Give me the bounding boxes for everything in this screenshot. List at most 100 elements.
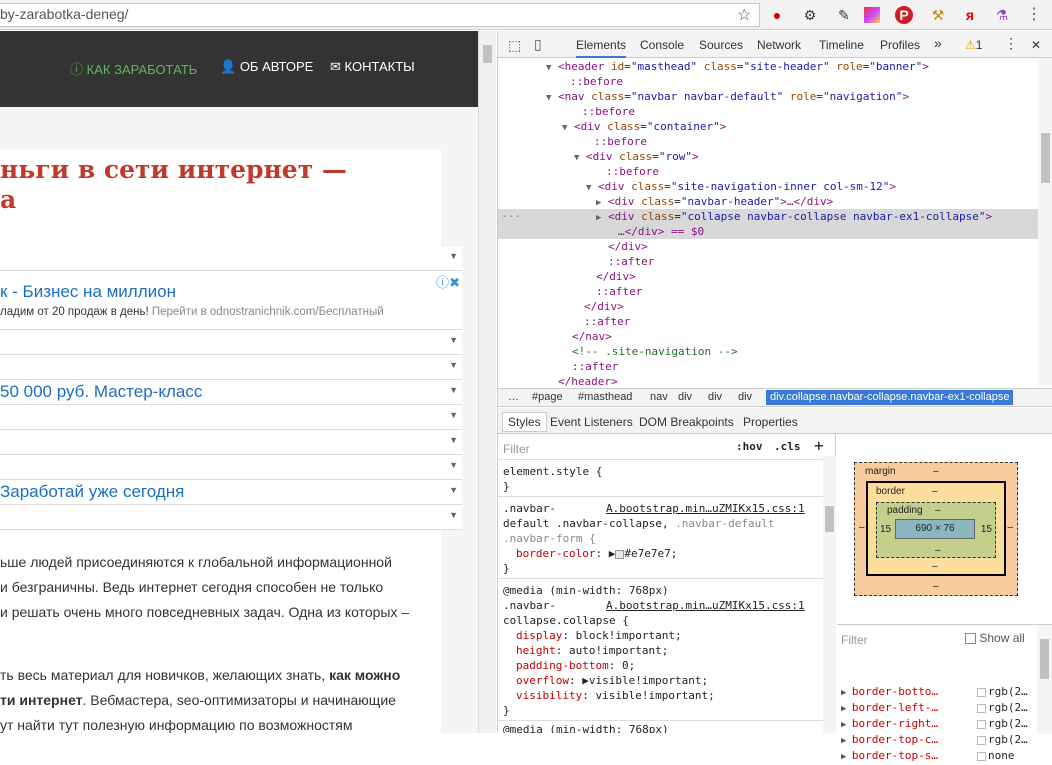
- tab-sources[interactable]: Sources: [699, 38, 743, 52]
- rule-source-link[interactable]: A.bootstrap.min…uZMIKx15.css:1: [606, 598, 805, 613]
- inspect-icon[interactable]: ⬚: [508, 37, 521, 54]
- tab-elements[interactable]: Elements: [576, 38, 627, 58]
- dom-node[interactable]: ::before: [498, 74, 1038, 89]
- dom-node[interactable]: </div>: [498, 269, 1038, 284]
- adchoices-icon[interactable]: ⓘ✖: [436, 272, 460, 291]
- dom-node[interactable]: ::after: [498, 284, 1038, 299]
- dom-node[interactable]: </header>: [498, 374, 1038, 386]
- dom-node[interactable]: ▼ <div class="row">: [498, 149, 1038, 164]
- breadcrumb-item[interactable]: div: [738, 391, 752, 403]
- ad-row[interactable]: ▼: [0, 331, 462, 355]
- breadcrumb-item[interactable]: nav: [650, 391, 668, 403]
- ad-row[interactable]: Заработай уже сегодня ▼: [0, 481, 462, 505]
- breadcrumb-item[interactable]: #page: [532, 391, 563, 403]
- potion-icon[interactable]: ⚗: [992, 5, 1012, 25]
- breadcrumb-item[interactable]: div.collapse.navbar-collapse.navbar-ex1-…: [766, 390, 1014, 405]
- rule-selector[interactable]: default .navbar-collapse, .navbar-defaul…: [503, 516, 775, 531]
- star-icon[interactable]: ☆: [737, 5, 751, 25]
- rule-selector[interactable]: .navbar-: [503, 598, 556, 613]
- rule-source-link[interactable]: A.bootstrap.min…uZMIKx15.css:1: [606, 501, 805, 516]
- page-scrollbar[interactable]: [478, 31, 496, 733]
- scrollbar-thumb[interactable]: [483, 45, 492, 63]
- eyedropper-icon[interactable]: ✎: [834, 5, 854, 25]
- css-declaration[interactable]: height: auto!important;: [516, 643, 668, 658]
- computed-property[interactable]: ▶ border-top-s… none: [841, 749, 1037, 765]
- warning-counter[interactable]: ⚠1: [965, 38, 982, 52]
- styles-filter-input[interactable]: Filter: [503, 442, 530, 456]
- more-tabs-icon[interactable]: »: [934, 35, 942, 51]
- rule-selector[interactable]: .navbar-: [503, 501, 556, 516]
- menu-dots-icon[interactable]: ⋮: [1024, 5, 1044, 25]
- box-padding[interactable]: padding – 15 15 – 690 × 76: [876, 502, 996, 558]
- dom-node[interactable]: ::before: [498, 104, 1038, 119]
- scrollbar-thumb[interactable]: [1040, 639, 1049, 679]
- rule-element-style[interactable]: element.style {: [503, 464, 602, 479]
- tab-console[interactable]: Console: [640, 38, 684, 52]
- breadcrumb-item[interactable]: div: [708, 391, 722, 403]
- scrollbar-thumb[interactable]: [825, 506, 834, 532]
- computed-scrollbar[interactable]: [1037, 625, 1052, 734]
- tab-styles[interactable]: Styles: [502, 412, 547, 432]
- rule-selector[interactable]: collapse.collapse {: [503, 613, 629, 628]
- elements-scrollbar[interactable]: [1038, 58, 1052, 386]
- dom-node[interactable]: ▶ <div class="collapse navbar-collapse na…: [498, 209, 1038, 224]
- red-badge-icon[interactable]: ●: [767, 5, 787, 25]
- ad-row[interactable]: ▼: [0, 431, 462, 455]
- dom-node[interactable]: ::before: [498, 134, 1038, 149]
- device-mode-icon[interactable]: ▯: [534, 36, 542, 53]
- ad-title[interactable]: к - Бизнес на миллион: [0, 282, 176, 302]
- css-declaration[interactable]: display: block!important;: [516, 628, 682, 643]
- tab-profiles[interactable]: Profiles: [880, 38, 920, 52]
- tab-event-listeners[interactable]: Event Listeners: [550, 415, 633, 429]
- nav-link-contacts[interactable]: ✉ КОНТАКТЫ: [330, 59, 415, 75]
- color-swatch[interactable]: [615, 549, 625, 559]
- box-content[interactable]: 690 × 76: [895, 519, 975, 539]
- nav-link-about[interactable]: 👤 ОБ АВТОРЕ: [220, 59, 313, 75]
- yandex-icon[interactable]: я: [960, 5, 980, 25]
- computed-property[interactable]: ▶ border-botto… rgb(2…: [841, 685, 1037, 701]
- hov-toggle[interactable]: :hov: [736, 440, 763, 453]
- dom-node[interactable]: ▼ <div class="container">: [498, 119, 1038, 134]
- address-bar[interactable]: by-zarabotka-deneg/: [0, 3, 760, 27]
- tab-dom-breakpoints[interactable]: DOM Breakpoints: [639, 415, 734, 429]
- ad-row[interactable]: ▼: [0, 506, 462, 530]
- ad-row[interactable]: ▼: [0, 356, 462, 380]
- ad-row[interactable]: 50 000 руб. Мастер-класс ▼: [0, 381, 462, 405]
- box-margin[interactable]: margin – – – – border – – padding – 15 1…: [854, 462, 1018, 596]
- close-icon[interactable]: ✕: [1031, 38, 1041, 52]
- hammer-icon[interactable]: ⚒: [928, 5, 948, 25]
- breadcrumb-item[interactable]: div: [678, 391, 692, 403]
- css-declaration[interactable]: overflow: ▶visible!important;: [516, 673, 708, 688]
- ad-main[interactable]: к - Бизнес на миллион ладим от 20 продаж…: [0, 272, 462, 330]
- ad-row[interactable]: ▼: [0, 247, 462, 271]
- tab-properties[interactable]: Properties: [743, 415, 798, 429]
- breadcrumb-item[interactable]: #masthead: [578, 391, 632, 403]
- dom-node[interactable]: </div>: [498, 239, 1038, 254]
- nav-link-how-to-earn[interactable]: ⓘ КАК ЗАРАБОТАТЬ: [70, 59, 197, 78]
- tab-timeline[interactable]: Timeline: [819, 38, 864, 52]
- rule-selector[interactable]: .navbar-form {: [503, 531, 596, 546]
- show-all-checkbox[interactable]: Show all: [965, 631, 1025, 645]
- ad-row[interactable]: ▼: [0, 406, 462, 430]
- computed-property[interactable]: ▶ border-right… rgb(2…: [841, 717, 1037, 733]
- breadcrumb-item[interactable]: …: [508, 391, 519, 403]
- box-border[interactable]: border – – padding – 15 15 – 690 × 76: [866, 481, 1006, 576]
- dom-node[interactable]: ▼ <nav class="navbar navbar-default" role…: [498, 89, 1038, 104]
- kebab-menu-icon[interactable]: ⋮: [1004, 35, 1018, 52]
- pinterest-icon[interactable]: P: [895, 6, 913, 24]
- gear-icon[interactable]: ⚙: [800, 5, 820, 25]
- styles-scrollbar[interactable]: [823, 456, 836, 733]
- tab-network[interactable]: Network: [757, 38, 801, 52]
- scrollbar-thumb[interactable]: [1041, 133, 1050, 183]
- css-declaration[interactable]: visibility: visible!important;: [516, 688, 715, 703]
- dom-node[interactable]: …</div> == $0: [498, 224, 1038, 239]
- add-rule-button[interactable]: +: [814, 436, 824, 455]
- dom-node[interactable]: </nav>: [498, 329, 1038, 344]
- dom-node[interactable]: </div>: [498, 299, 1038, 314]
- gradient-icon[interactable]: [864, 7, 880, 23]
- computed-property[interactable]: ▶ border-top-c… rgb(2…: [841, 733, 1037, 749]
- css-declaration[interactable]: border-color: ▶ #e7e7e7;: [516, 546, 677, 561]
- cls-toggle[interactable]: .cls: [774, 440, 801, 453]
- ad-row[interactable]: ▼: [0, 456, 462, 480]
- dom-node[interactable]: ::before: [498, 164, 1038, 179]
